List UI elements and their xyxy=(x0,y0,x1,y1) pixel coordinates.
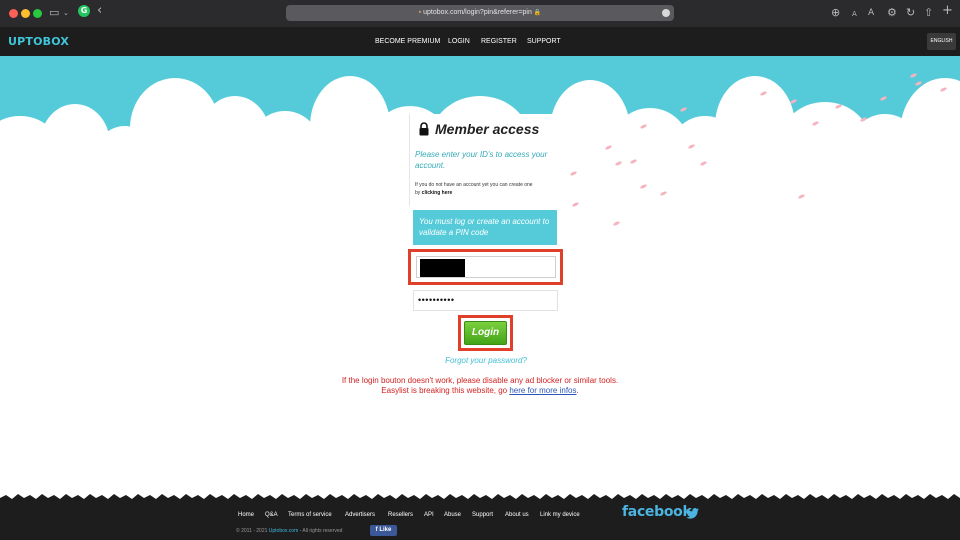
username-highlight xyxy=(408,249,563,285)
petal xyxy=(797,193,806,200)
footer-link-terms[interactable]: Terms of service xyxy=(288,510,332,520)
twitter-bird-icon[interactable] xyxy=(686,508,699,519)
adblock-warning: If the login bouton doesn't work, please… xyxy=(341,376,619,385)
facebook-link[interactable]: facebook xyxy=(622,504,692,520)
nav-register[interactable]: REGISTER xyxy=(481,37,517,47)
register-link[interactable]: clicking here xyxy=(422,190,453,196)
easylist-warning-text: Easylist is breaking this website, go xyxy=(381,386,510,395)
increase-font-button[interactable]: A xyxy=(868,6,874,20)
footer-link-qa[interactable]: Q&A xyxy=(265,510,278,520)
site-logo[interactable]: UPTOBOX xyxy=(8,35,69,48)
login-button[interactable]: Login xyxy=(464,321,507,345)
url-text: ▪ uptobox.com/login?pin&referer=pin 🔒 xyxy=(286,5,674,21)
petal xyxy=(639,183,648,190)
login-button-highlight: Login xyxy=(458,315,513,351)
redacted-username xyxy=(420,259,465,277)
nav-become-premium[interactable]: BECOME PREMIUM xyxy=(375,37,440,47)
site-footer: Home Q&A Terms of service Advertisers Re… xyxy=(0,502,960,540)
footer-link-abuse[interactable]: Abuse xyxy=(444,510,461,520)
grammarly-icon[interactable]: G xyxy=(78,5,90,17)
footer-link-about[interactable]: About us xyxy=(505,510,529,520)
minimize-window-button[interactable] xyxy=(21,9,30,18)
copyright-text: © 2011 - 2021 xyxy=(236,528,269,534)
new-tab-icon[interactable]: + xyxy=(942,4,953,18)
url-value: uptobox.com/login?pin&referer=pin xyxy=(423,9,532,16)
nav-login[interactable]: LOGIN xyxy=(448,37,470,47)
decrease-font-button[interactable]: A xyxy=(852,7,857,21)
footer-link-support[interactable]: Support xyxy=(472,510,493,520)
maximize-window-button[interactable] xyxy=(33,9,42,18)
browser-toolbar: ▭ ⌄ G ‹ ▪ uptobox.com/login?pin&referer=… xyxy=(0,0,960,27)
copyright: © 2011 - 2021 Uptobox.com - All rights r… xyxy=(236,528,342,534)
login-subtitle: Please enter your ID's to access your ac… xyxy=(415,150,548,170)
download-icon[interactable]: ⊕ xyxy=(831,6,840,20)
gear-icon[interactable]: ⚙ xyxy=(887,6,897,20)
petal xyxy=(571,201,580,208)
padlock-icon: 🔒 xyxy=(533,10,542,16)
site-header: UPTOBOX BECOME PREMIUM LOGIN REGISTER SU… xyxy=(0,27,960,56)
password-input[interactable]: •••••••••• xyxy=(413,290,558,311)
petal xyxy=(612,220,621,227)
member-access-panel: Member access Please enter your ID's to … xyxy=(409,114,559,206)
back-arrow-icon[interactable]: ‹ xyxy=(97,4,102,18)
more-info-link[interactable]: here for more infos xyxy=(509,386,576,395)
footer-link-resellers[interactable]: Resellers xyxy=(388,510,413,520)
footer-link-api[interactable]: API xyxy=(424,510,434,520)
footer-link-advertisers[interactable]: Advertisers xyxy=(345,510,375,520)
username-input[interactable] xyxy=(416,256,556,278)
easylist-warning: Easylist is breaking this website, go he… xyxy=(0,386,960,395)
pin-notice: You must log or create an account to val… xyxy=(413,210,557,245)
nav-support[interactable]: SUPPORT xyxy=(527,37,561,47)
page-options-icon[interactable] xyxy=(662,9,670,17)
lock-icon xyxy=(419,122,429,136)
register-note: If you do not have an account yet you ca… xyxy=(415,181,535,197)
address-bar[interactable]: ▪ uptobox.com/login?pin&referer=pin 🔒 xyxy=(286,5,674,21)
close-window-button[interactable] xyxy=(9,9,18,18)
copyright-suffix: - All rights reserved xyxy=(298,528,343,534)
footer-link-device[interactable]: Link my device xyxy=(540,510,580,520)
language-selector[interactable]: ENGLISH xyxy=(927,33,956,50)
chevron-down-icon[interactable]: ⌄ xyxy=(63,6,69,20)
copyright-site-link[interactable]: Uptobox.com xyxy=(269,528,298,534)
facebook-like-button[interactable]: f Like xyxy=(370,525,397,536)
share-icon[interactable]: ⇧ xyxy=(924,6,933,20)
sidebar-toggle-icon[interactable]: ▭ xyxy=(49,6,59,20)
forgot-password-link[interactable]: Forgot your password? xyxy=(0,356,960,365)
page-title: Member access xyxy=(435,121,540,137)
petal xyxy=(659,190,668,197)
site-favicon-icon: ▪ xyxy=(418,9,422,16)
footer-link-home[interactable]: Home xyxy=(238,510,254,520)
reload-icon[interactable]: ↻ xyxy=(906,6,915,20)
easylist-warning-end: . xyxy=(576,386,579,395)
